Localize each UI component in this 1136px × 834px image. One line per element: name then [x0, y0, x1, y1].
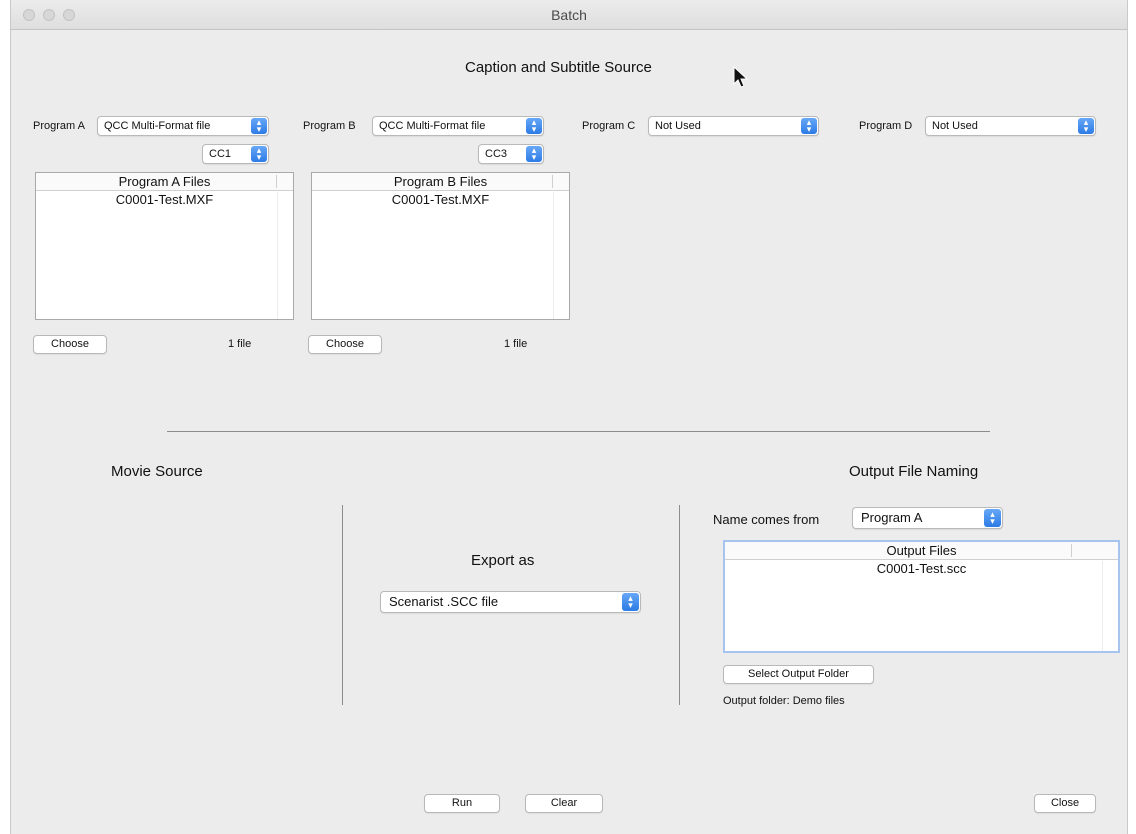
program-a-file-count: 1 file	[228, 338, 252, 350]
up-down-chevron-icon: ▴ ▾	[251, 118, 267, 134]
program-d-source-value: Not Used	[932, 120, 978, 132]
window-title: Batch	[551, 7, 587, 23]
program-b-label: Program B	[303, 120, 356, 132]
up-down-chevron-icon: ▴ ▾	[526, 118, 542, 134]
output-files-header[interactable]: Output Files	[725, 542, 1118, 560]
program-b-files-header[interactable]: Program B Files	[312, 173, 569, 191]
up-down-chevron-icon: ▴ ▾	[526, 146, 542, 162]
program-b-file-count: 1 file	[504, 338, 528, 350]
program-a-scrollbar[interactable]	[277, 192, 293, 319]
export-heading: Export as	[471, 552, 535, 569]
program-a-source-value: QCC Multi-Format file	[104, 120, 211, 132]
program-b-channel-value: CC3	[485, 148, 508, 160]
column-divider-right	[679, 505, 680, 705]
export-format-value: Scenarist .SCC file	[389, 594, 499, 609]
program-b-source-value: QCC Multi-Format file	[379, 120, 486, 132]
program-a-source-popup[interactable]: QCC Multi-Format file ▴ ▾	[97, 116, 269, 136]
list-item[interactable]: C0001-Test.MXF	[36, 191, 293, 209]
up-down-chevron-icon: ▴ ▾	[622, 593, 639, 611]
column-separator	[1071, 544, 1072, 557]
program-b-scrollbar[interactable]	[553, 192, 569, 319]
program-a-channel-popup[interactable]: CC1 ▴ ▾	[202, 144, 269, 164]
select-output-folder-button[interactable]: Select Output Folder	[723, 665, 874, 684]
output-files-list[interactable]: Output Files C0001-Test.scc	[723, 540, 1120, 653]
program-b-files-list[interactable]: Program B Files C0001-Test.MXF	[311, 172, 570, 320]
program-a-files-header[interactable]: Program A Files	[36, 173, 293, 191]
program-c-source-value: Not Used	[655, 120, 701, 132]
output-naming-heading: Output File Naming	[849, 463, 979, 480]
section-divider	[167, 431, 990, 432]
program-b-choose-button[interactable]: Choose	[308, 335, 382, 354]
clear-button[interactable]: Clear	[525, 794, 603, 813]
run-button[interactable]: Run	[424, 794, 500, 813]
program-b-source-popup[interactable]: QCC Multi-Format file ▴ ▾	[372, 116, 544, 136]
up-down-chevron-icon: ▴ ▾	[984, 509, 1001, 527]
program-a-channel-value: CC1	[209, 148, 232, 160]
program-b-channel-popup[interactable]: CC3 ▴ ▾	[478, 144, 544, 164]
program-c-source-popup[interactable]: Not Used ▴ ▾	[648, 116, 819, 136]
column-separator	[552, 175, 553, 188]
program-d-source-popup[interactable]: Not Used ▴ ▾	[925, 116, 1096, 136]
up-down-chevron-icon: ▴ ▾	[801, 118, 817, 134]
close-button[interactable]: Close	[1034, 794, 1096, 813]
output-folder-text: Output folder: Demo files	[723, 695, 845, 707]
output-files-scrollbar[interactable]	[1102, 561, 1118, 651]
up-down-chevron-icon: ▴ ▾	[1078, 118, 1094, 134]
column-separator	[276, 175, 277, 188]
mouse-pointer-icon	[733, 66, 749, 88]
program-d-label: Program D	[859, 120, 913, 132]
name-from-popup[interactable]: Program A ▴ ▾	[852, 507, 1003, 529]
program-a-label: Program A	[33, 120, 85, 132]
list-item[interactable]: C0001-Test.scc	[725, 560, 1118, 578]
up-down-chevron-icon: ▴ ▾	[251, 146, 267, 162]
title-bar: Batch	[11, 0, 1127, 30]
batch-window: Batch Caption and Subtitle Source Progra…	[10, 0, 1128, 834]
program-a-choose-button[interactable]: Choose	[33, 335, 107, 354]
name-from-value: Program A	[861, 510, 923, 525]
program-c-label: Program C	[582, 120, 636, 132]
column-divider-left	[342, 505, 343, 705]
list-item[interactable]: C0001-Test.MXF	[312, 191, 569, 209]
caption-source-heading: Caption and Subtitle Source	[465, 59, 652, 76]
program-a-files-header-label: Program A Files	[118, 174, 211, 189]
program-b-files-header-label: Program B Files	[393, 174, 488, 189]
name-comes-from-label: Name comes from	[713, 512, 820, 527]
output-files-header-label: Output Files	[886, 543, 957, 558]
program-a-files-list[interactable]: Program A Files C0001-Test.MXF	[35, 172, 294, 320]
export-format-popup[interactable]: Scenarist .SCC file ▴ ▾	[380, 591, 641, 613]
movie-source-heading: Movie Source	[111, 463, 203, 480]
